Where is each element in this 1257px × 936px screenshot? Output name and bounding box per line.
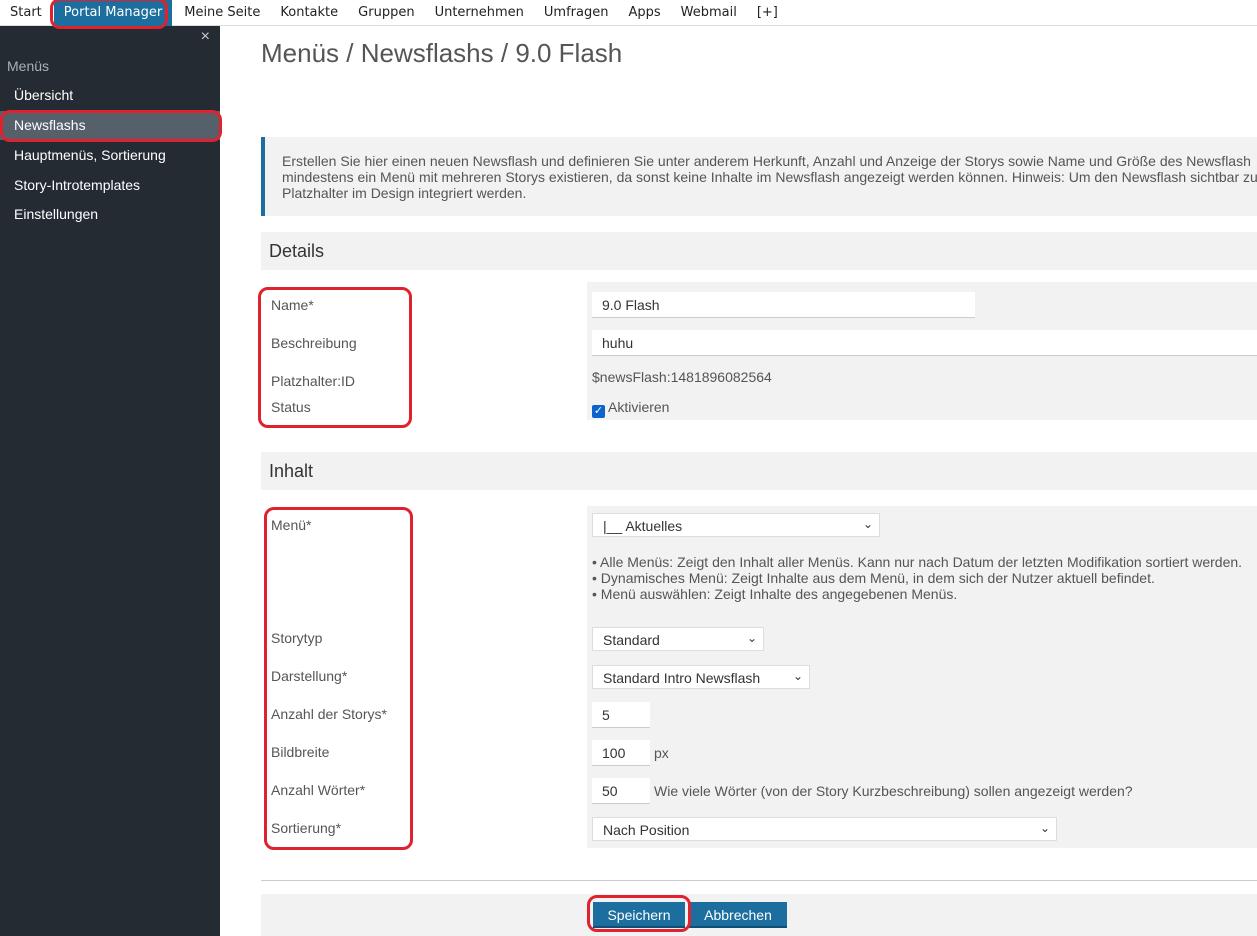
display-select[interactable]: Standard Intro Newsflash ⌄ (592, 665, 810, 689)
top-navigation: Start Portal Manager Meine Seite Kontakt… (0, 0, 1257, 26)
name-label: Name* (271, 297, 314, 313)
nav-add[interactable]: [+] (747, 0, 788, 26)
chevron-down-icon: ⌄ (1039, 821, 1050, 835)
list-item: • Menü auswählen: Zeigt Inhalte des ange… (592, 586, 958, 602)
storytype-select-value: Standard (603, 632, 660, 648)
status-checkbox-wrapper[interactable]: ✓ Aktivieren (592, 399, 669, 418)
nav-start[interactable]: Start (0, 0, 52, 26)
content-section-heading: Inhalt (261, 452, 1257, 490)
status-label: Status (271, 399, 311, 415)
sort-select[interactable]: Nach Position ⌄ (592, 817, 1057, 841)
nav-meine-seite[interactable]: Meine Seite (174, 0, 270, 26)
name-input[interactable]: 9.0 Flash (592, 292, 975, 318)
placeholder-id-label: Platzhalter:ID (271, 373, 356, 389)
image-width-input[interactable]: 100 (592, 740, 650, 766)
nav-gruppen[interactable]: Gruppen (348, 0, 424, 26)
close-icon[interactable]: × (201, 28, 210, 46)
storytype-select[interactable]: Standard ⌄ (592, 627, 764, 651)
story-count-label: Anzahl der Storys* (271, 706, 387, 722)
details-section-heading: Details (261, 232, 1257, 270)
list-item: • Alle Menüs: Zeigt den Inhalt aller Men… (592, 554, 1243, 570)
story-count-input[interactable]: 5 (592, 702, 650, 728)
main-content: Menüs / Newsflashs / 9.0 Flash Erstellen… (220, 26, 1257, 936)
sidebar-item-newsflashs[interactable]: Newsflashs (0, 111, 220, 140)
sidebar: × Menüs Übersicht Newsflashs Hauptmenüs,… (0, 26, 220, 936)
info-line: mindestens ein Menü mit mehreren Storys … (282, 169, 1257, 185)
sort-select-value: Nach Position (603, 822, 690, 838)
menu-label: Menü* (271, 517, 312, 533)
placeholder-id-value: $newsFlash:1481896082564 (592, 369, 772, 385)
divider (261, 880, 1257, 881)
word-count-input[interactable]: 50 (592, 778, 650, 804)
nav-apps[interactable]: Apps (618, 0, 670, 26)
menu-select-value: |__ Aktuelles (603, 518, 683, 534)
storytype-label: Storytyp (271, 630, 323, 646)
description-input[interactable]: huhu (592, 330, 1257, 356)
nav-unternehmen[interactable]: Unternehmen (425, 0, 534, 26)
menu-select[interactable]: |__ Aktuelles ⌄ (592, 513, 880, 537)
info-line: Erstellen Sie hier einen neuen Newsflash… (282, 153, 1251, 169)
chevron-down-icon: ⌄ (862, 517, 873, 531)
status-checkbox-label[interactable]: Aktivieren (608, 399, 669, 415)
sort-label: Sortierung* (271, 820, 342, 836)
info-line: Platzhalter im Design integriert werden. (282, 185, 527, 201)
info-box: Erstellen Sie hier einen neuen Newsflash… (261, 137, 1257, 216)
chevron-down-icon: ⌄ (792, 669, 803, 683)
nav-umfragen[interactable]: Umfragen (534, 0, 619, 26)
list-item: • Dynamisches Menü: Zeigt Inhalte aus de… (592, 570, 1155, 586)
image-width-label: Bildbreite (271, 744, 330, 760)
sidebar-item-einstellungen[interactable]: Einstellungen (0, 200, 220, 229)
display-label: Darstellung* (271, 668, 348, 684)
save-button[interactable]: Speichern (593, 902, 685, 928)
menu-hint-list: • Alle Menüs: Zeigt den Inhalt aller Men… (592, 554, 1242, 602)
description-label: Beschreibung (271, 335, 357, 351)
cancel-button[interactable]: Abbrechen (689, 902, 787, 928)
image-width-unit: px (654, 745, 669, 761)
nav-kontakte[interactable]: Kontakte (270, 0, 348, 26)
sidebar-item-uebersicht[interactable]: Übersicht (0, 81, 220, 110)
display-select-value: Standard Intro Newsflash (603, 670, 761, 686)
word-count-label: Anzahl Wörter* (271, 782, 366, 798)
chevron-down-icon: ⌄ (746, 631, 757, 645)
word-count-hint: Wie viele Wörter (von der Story Kurzbesc… (654, 783, 1133, 799)
checkbox-checked-icon[interactable]: ✓ (592, 405, 605, 418)
page-title: Menüs / Newsflashs / 9.0 Flash (261, 38, 623, 68)
nav-portal-manager[interactable]: Portal Manager (53, 0, 173, 26)
sidebar-heading: Menüs (7, 58, 50, 74)
sidebar-item-hauptmenues[interactable]: Hauptmenüs, Sortierung (0, 141, 220, 170)
nav-webmail[interactable]: Webmail (671, 0, 747, 26)
sidebar-item-story-introtemplates[interactable]: Story-Introtemplates (0, 171, 220, 200)
